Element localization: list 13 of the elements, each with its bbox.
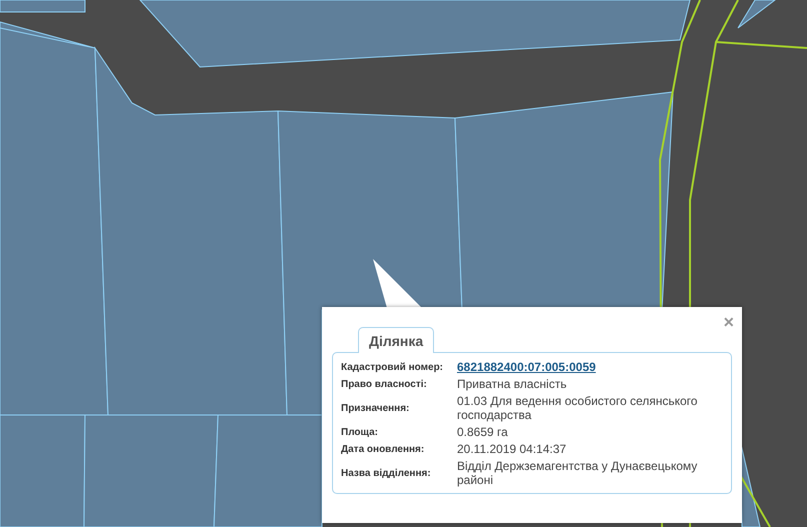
field-label: Кадастровий номер: — [341, 362, 444, 372]
field-value: 20.11.2019 04:14:37 — [457, 442, 568, 456]
field-value: 01.03 Для ведення особистого селянського господарства — [457, 394, 698, 422]
cadastral-number-link[interactable]: 6821882400:07:005:0059 — [457, 360, 723, 374]
field-value: Приватна власність — [457, 377, 568, 391]
tab[interactable]: Ділянка — [358, 327, 434, 353]
field-label: Назва відділення: — [341, 468, 432, 478]
field-value: Відділ Держземагентства у Дунаєвецькому районі — [457, 459, 698, 487]
field-label: Призначення: — [341, 402, 410, 414]
field-value: 0.8659 га — [457, 425, 509, 439]
field-label: Дата оновлення: — [341, 444, 426, 454]
field-label: Право власності: — [341, 378, 428, 390]
field-label: Площа: — [341, 426, 379, 438]
